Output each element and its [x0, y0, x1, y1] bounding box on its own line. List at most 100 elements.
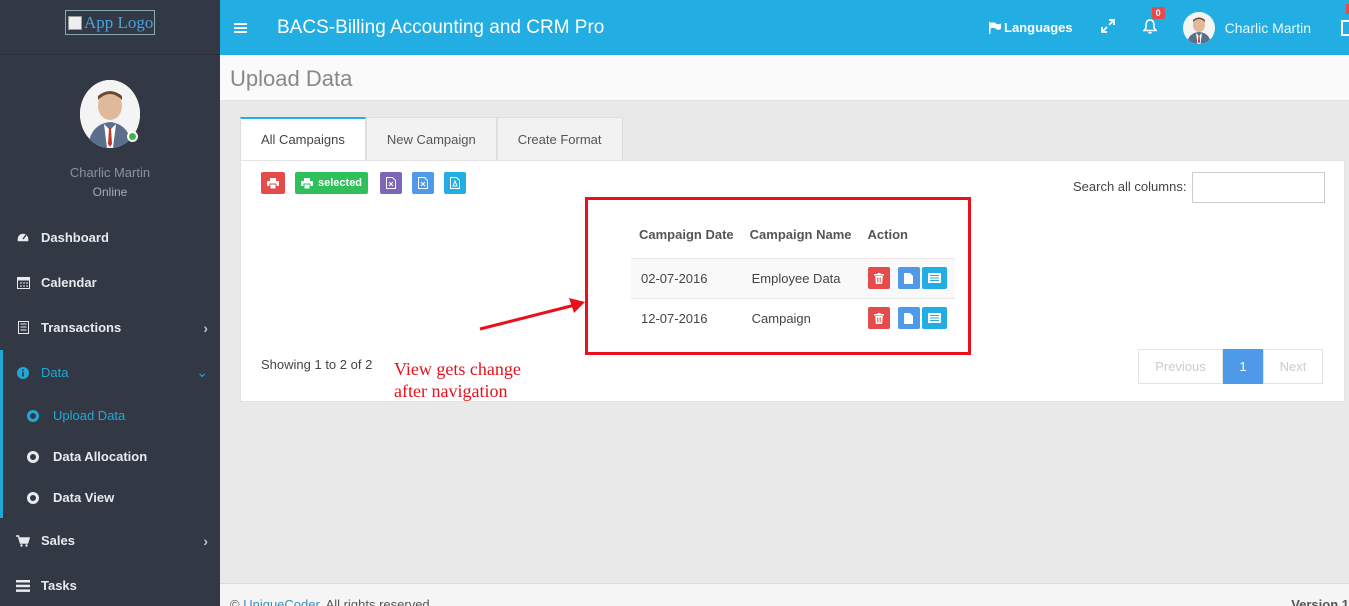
dashboard-icon	[16, 231, 30, 245]
avatar[interactable]	[80, 80, 140, 148]
campaign-tabs: All Campaigns New Campaign Create Format	[240, 117, 623, 160]
copyright-symbol: ©	[230, 597, 240, 606]
tab-new-campaign[interactable]: New Campaign	[365, 117, 497, 160]
export-toolbar: selected	[261, 172, 476, 194]
sidebar-item-transactions[interactable]: Transactions ›	[0, 305, 220, 350]
table-info: Showing 1 to 2 of 2	[261, 357, 373, 372]
languages-button[interactable]: Languages	[989, 20, 1073, 35]
broken-image-icon	[68, 15, 82, 30]
previous-page-button[interactable]: Previous	[1138, 349, 1223, 384]
column-header-campaign-date[interactable]: Campaign Date	[631, 212, 742, 258]
notifications-button[interactable]: 0	[1142, 6, 1165, 37]
languages-label: Languages	[1004, 20, 1073, 35]
sidebar-item-sales[interactable]: Sales ›	[0, 518, 220, 563]
page-header: Upload Data	[220, 55, 1349, 101]
cell-campaign-date: 12-07-2016	[631, 297, 742, 338]
column-header-action: Action	[867, 227, 908, 243]
user-profile: Charlic Martin Online	[0, 55, 220, 215]
trash-icon	[873, 312, 884, 324]
calendar-icon	[16, 276, 30, 290]
view-file-button[interactable]	[897, 267, 920, 289]
cell-actions	[859, 257, 955, 298]
data-submenu: Upload Data Data Allocation Data View	[0, 395, 220, 518]
sidebar-nav-bottom: Sales › Tasks	[0, 518, 220, 606]
app-logo[interactable]: App Logo	[65, 10, 155, 35]
header-actions: Languages 0 Charlic Martin	[989, 0, 1349, 55]
fullscreen-icon[interactable]	[1100, 19, 1115, 36]
campaigns-table: Campaign Date Campaign Name Action 02-07…	[631, 212, 955, 338]
view-list-button[interactable]	[921, 307, 947, 330]
sidebar-item-dashboard[interactable]: Dashboard	[0, 215, 220, 260]
user-photo-icon	[1182, 11, 1215, 44]
sidebar-subitem-label: Data View	[53, 490, 115, 505]
sidebar-item-tasks[interactable]: Tasks	[0, 563, 220, 606]
sidebar-item-label: Transactions	[41, 320, 122, 335]
tasks-icon	[16, 579, 30, 593]
file-icon	[904, 272, 914, 284]
csv-file-icon	[418, 177, 429, 189]
cell-campaign-name: Employee Data	[741, 257, 860, 298]
selected-label: selected	[318, 177, 363, 189]
delete-button[interactable]	[867, 307, 890, 330]
trash-icon	[873, 272, 884, 284]
chevron-right-icon: ›	[203, 319, 208, 336]
header-avatar[interactable]	[1182, 11, 1215, 44]
top-header: BACS-Billing Accounting and CRM Pro Lang…	[220, 0, 1349, 55]
search-input[interactable]	[1192, 172, 1325, 203]
page-1-button[interactable]: 1	[1223, 349, 1263, 384]
search-label: Search all columns:	[1073, 179, 1187, 194]
logo-area: App Logo	[0, 0, 220, 55]
sidebar-item-data[interactable]: Data ⌄	[0, 350, 220, 395]
table-header-row: Campaign Date Campaign Name Action	[631, 212, 955, 258]
export-pdf-button[interactable]	[444, 172, 467, 194]
sidebar-nav: Dashboard Calendar Transactions › Data ⌄	[0, 215, 220, 395]
next-page-button[interactable]: Next	[1263, 349, 1323, 384]
annotation-line-1: View gets change	[394, 359, 521, 379]
sidebar-item-label: Tasks	[41, 578, 77, 593]
sidebar: App Logo Charlic Martin Online Dashboard	[0, 0, 220, 606]
print-icon	[267, 177, 279, 189]
footer: © UniqueCoder. All rights reserved. Vers…	[220, 583, 1349, 606]
sidebar-subitem-upload-data[interactable]: Upload Data	[3, 395, 220, 436]
chevron-right-icon: ›	[203, 532, 208, 549]
sidebar-item-calendar[interactable]: Calendar	[0, 260, 220, 305]
view-list-button[interactable]	[921, 267, 947, 289]
tab-all-campaigns[interactable]: All Campaigns	[240, 117, 366, 160]
annotation-arrow-icon	[479, 298, 585, 331]
online-status-dot	[127, 131, 138, 142]
view-file-button[interactable]	[897, 307, 920, 330]
profile-status: Online	[92, 185, 128, 199]
list-icon	[927, 313, 941, 324]
app-logo-alt-text: App Logo	[84, 12, 154, 32]
circle-icon	[27, 450, 39, 463]
export-csv-button[interactable]	[412, 172, 435, 194]
print-selected-button[interactable]: selected	[295, 172, 369, 194]
sidebar-subitem-data-view[interactable]: Data View	[3, 477, 220, 518]
profile-name: Charlic Martin	[69, 165, 151, 180]
print-icon	[301, 177, 313, 189]
excel-file-icon	[386, 177, 397, 189]
file-icon	[904, 312, 914, 324]
export-excel-button[interactable]	[380, 172, 403, 194]
tab-create-format[interactable]: Create Format	[496, 117, 623, 160]
panel-toggle-icon[interactable]	[1341, 19, 1349, 36]
delete-button[interactable]	[867, 267, 890, 289]
sidebar-subitem-data-allocation[interactable]: Data Allocation	[3, 436, 220, 477]
table-row[interactable]: 02-07-2016 Employee Data	[631, 257, 955, 298]
app-title: BACS-Billing Accounting and CRM Pro	[277, 16, 605, 38]
bell-icon	[1142, 18, 1158, 34]
sidebar-subitem-label: Upload Data	[53, 408, 126, 423]
page-title: Upload Data	[230, 66, 353, 91]
list-icon	[927, 273, 941, 283]
print-button[interactable]	[261, 172, 285, 194]
menu-toggle-icon[interactable]	[234, 22, 247, 33]
column-header-campaign-name[interactable]: Campaign Name	[742, 212, 860, 258]
table-row[interactable]: 12-07-2016 Campaign	[631, 297, 955, 338]
cell-campaign-name: Campaign	[741, 297, 860, 338]
notification-count-badge: 0	[1151, 6, 1165, 19]
header-user-name[interactable]: Charlic Martin	[1225, 20, 1311, 36]
brand-link[interactable]: UniqueCoder	[243, 597, 319, 606]
sidebar-item-label: Dashboard	[41, 230, 109, 245]
pagination: Previous 1 Next	[1138, 349, 1323, 384]
pdf-file-icon	[450, 177, 461, 189]
